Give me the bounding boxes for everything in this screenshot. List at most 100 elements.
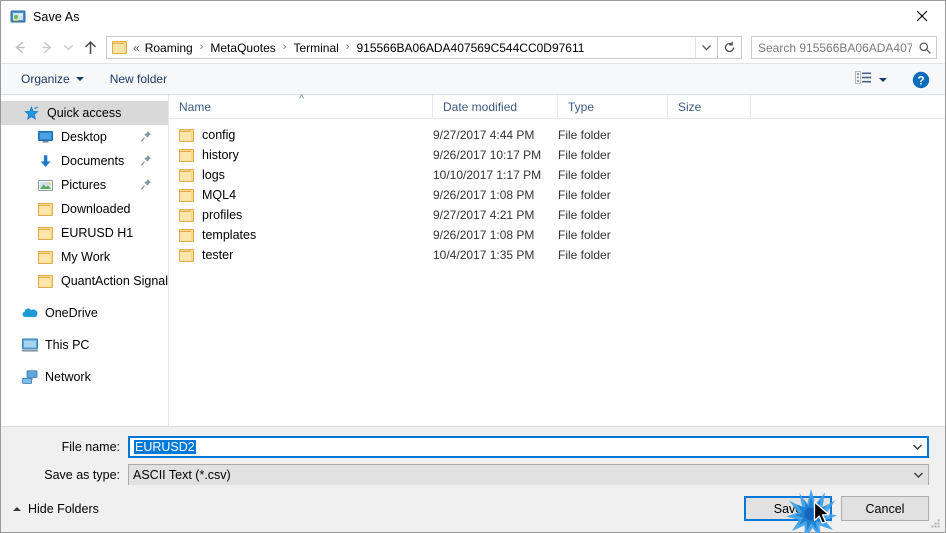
file-date: 9/26/2017 1:08 PM (433, 188, 535, 202)
sidebar-item-label: Downloaded (61, 202, 131, 216)
file-name-cell: logs (169, 168, 433, 182)
window-title: Save As (33, 9, 80, 24)
table-row[interactable]: templates 9/26/2017 1:08 PM File folder (169, 225, 945, 245)
sidebar-item-quantaction-signal[interactable]: QuantAction Signal (1, 269, 168, 293)
column-label: Size (678, 99, 702, 114)
file-name-cell: MQL4 (169, 188, 433, 202)
chevron-up-icon (13, 506, 21, 511)
breadcrumb-item-1[interactable]: MetaQuotes (208, 41, 277, 55)
breadcrumb-separator[interactable]: › (278, 42, 292, 53)
organize-label: Organize (21, 72, 70, 86)
file-name-value: EURUSD2 (130, 440, 907, 454)
file-name: tester (202, 248, 234, 262)
column-header-name[interactable]: Name (169, 94, 433, 119)
sidebar-item-label: Network (45, 370, 91, 384)
star-pin-icon (23, 105, 40, 121)
folder-icon (179, 168, 194, 182)
folder-icon (179, 128, 194, 142)
pictures-icon (37, 177, 54, 193)
column-label: Type (568, 99, 595, 114)
sidebar-item-this-pc[interactable]: This PC (1, 333, 168, 357)
save-as-dialog: Save As « Roaming › MetaQuotes › Termina… (0, 0, 946, 533)
organize-button[interactable]: Organize (15, 69, 90, 89)
folder-icon (179, 188, 194, 202)
new-folder-label: New folder (109, 72, 168, 86)
table-row[interactable]: config 9/27/2017 4:44 PM File folder (169, 125, 945, 145)
column-label: Name (179, 99, 212, 114)
file-name-cell: profiles (169, 208, 433, 222)
sidebar-item-quick-access[interactable]: Quick access (1, 101, 168, 125)
sidebar-item-label: Desktop (61, 130, 107, 144)
chevron-down-icon[interactable] (908, 471, 928, 479)
column-header-date-modified[interactable]: Date modified (433, 94, 558, 119)
sidebar-item-onedrive[interactable]: OneDrive (1, 301, 168, 325)
resize-grip-icon[interactable] (929, 517, 942, 530)
sidebar-item-pictures[interactable]: Pictures (1, 173, 168, 197)
file-name-cell: templates (169, 228, 433, 242)
caret-down-icon (879, 78, 887, 82)
refresh-icon[interactable] (718, 36, 742, 59)
chevron-down-icon[interactable] (695, 37, 717, 58)
new-folder-button[interactable]: New folder (104, 69, 173, 89)
file-list-pane: ^ Name Date modified Type Size config 9/… (169, 93, 945, 426)
sidebar-item-desktop[interactable]: Desktop (1, 125, 168, 149)
breadcrumb-separator[interactable]: › (341, 42, 355, 53)
file-name-row: File name: EURUSD2 (1, 436, 929, 458)
close-icon[interactable] (899, 1, 945, 31)
breadcrumb-separator[interactable]: › (195, 42, 209, 53)
title-bar: Save As (1, 1, 945, 32)
file-date: 10/4/2017 1:35 PM (433, 248, 535, 262)
file-name-cell: config (169, 128, 433, 142)
file-type: File folder (558, 168, 611, 182)
column-label: Date modified (443, 99, 518, 114)
breadcrumb-overflow[interactable]: « (132, 41, 143, 55)
breadcrumb-item-2[interactable]: Terminal (291, 41, 340, 55)
table-row[interactable]: MQL4 9/26/2017 1:08 PM File folder (169, 185, 945, 205)
sidebar-item-my-work[interactable]: My Work (1, 245, 168, 269)
sidebar-item-eurusd-h1[interactable]: EURUSD H1 (1, 221, 168, 245)
search-input[interactable] (752, 40, 914, 55)
file-name: templates (202, 228, 257, 242)
pin-icon[interactable] (140, 178, 152, 191)
file-name-text: EURUSD2 (134, 440, 196, 454)
arrow-right-icon[interactable] (33, 36, 59, 60)
file-name: profiles (202, 208, 243, 222)
address-bar[interactable]: « Roaming › MetaQuotes › Terminal › 9155… (106, 36, 718, 59)
chevron-down-icon[interactable] (59, 36, 77, 60)
save-as-type-row: Save as type: ASCII Text (*.csv) (1, 464, 929, 486)
file-name-input[interactable]: EURUSD2 (128, 436, 929, 458)
hide-folders-label: Hide Folders (28, 501, 99, 516)
arrow-up-icon[interactable] (77, 36, 103, 60)
column-header-type[interactable]: Type (558, 94, 668, 119)
file-type: File folder (558, 188, 611, 202)
save-button[interactable]: Save (744, 496, 832, 521)
table-row[interactable]: tester 10/4/2017 1:35 PM File folder (169, 245, 945, 265)
pin-icon[interactable] (140, 130, 152, 143)
column-header-size[interactable]: Size (668, 94, 751, 119)
search-icon[interactable] (914, 41, 936, 55)
pin-icon[interactable] (140, 154, 152, 167)
folder-icon (179, 248, 194, 262)
footer-buttons: Save Cancel (744, 496, 929, 521)
table-row[interactable]: history 9/26/2017 10:17 PM File folder (169, 145, 945, 165)
file-name-label: File name: (61, 440, 120, 454)
hide-folders-button[interactable]: Hide Folders (13, 502, 99, 516)
file-rows: config 9/27/2017 4:44 PM File folder his… (169, 119, 945, 426)
sidebar-item-downloaded[interactable]: Downloaded (1, 197, 168, 221)
table-row[interactable]: logs 10/10/2017 1:17 PM File folder (169, 165, 945, 185)
save-as-icon (10, 9, 26, 25)
cancel-button[interactable]: Cancel (841, 496, 929, 521)
save-as-type-select[interactable]: ASCII Text (*.csv) (128, 464, 929, 486)
sidebar-item-documents[interactable]: Documents (1, 149, 168, 173)
svg-text:?: ? (917, 75, 924, 87)
command-bar: Organize New folder ? (1, 63, 945, 95)
arrow-left-icon[interactable] (7, 36, 33, 60)
view-layout-button[interactable] (849, 68, 893, 92)
table-row[interactable]: profiles 9/27/2017 4:21 PM File folder (169, 205, 945, 225)
breadcrumb-item-0[interactable]: Roaming (143, 41, 195, 55)
breadcrumb-item-3[interactable]: 915566BA06ADA407569C544CC0D97611 (354, 41, 586, 55)
help-icon[interactable]: ? (907, 71, 935, 89)
search-box[interactable] (751, 36, 937, 59)
sidebar-item-network[interactable]: Network (1, 365, 168, 389)
chevron-down-icon[interactable] (907, 443, 927, 451)
